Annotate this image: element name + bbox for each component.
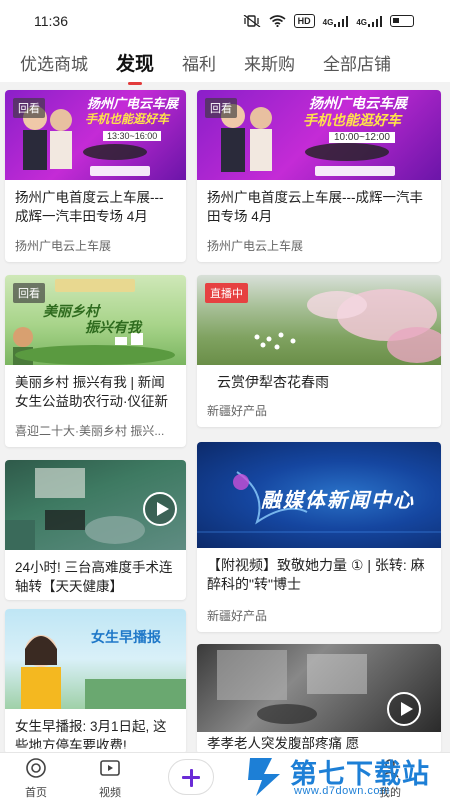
card-title: 【附视频】致敬她力量 ① | 张转: 麻醉科的"转"博士: [207, 557, 425, 592]
status-icons: HD 4G 4G: [243, 14, 414, 28]
card-title: 女生早播报: 3月1日起, 这些地方停车要收费!: [15, 719, 167, 749]
top-tabs: 优选商城 发现 福利 来斯购 全部店铺: [0, 42, 450, 82]
tab-all-stores[interactable]: 全部店铺: [323, 50, 391, 75]
card-thumbnail: 女生早播报: [5, 609, 186, 709]
replay-badge: 回看: [13, 283, 45, 303]
card-thumbnail: 回看 美丽乡村 振兴有我: [5, 275, 186, 365]
wifi-icon: [269, 15, 286, 27]
card-thumbnail: 回看 扬州广电云车展 手机也能逛好车 13:30~16:00: [5, 90, 186, 180]
play-icon[interactable]: [387, 692, 421, 726]
card-thumbnail: [197, 644, 441, 732]
status-bar: 11:36 HD 4G 4G: [0, 0, 450, 42]
4g-signal-icon: 4G: [323, 15, 349, 27]
nav-video-label: 视频: [99, 787, 121, 799]
discover-feed[interactable]: 回看 扬州广电云车展 手机也能逛好车 13:30~16:00 扬州广电首度云上车…: [0, 82, 450, 752]
tab-mall[interactable]: 优选商城: [20, 50, 88, 75]
4g-signal-icon: 4G: [356, 15, 382, 27]
thumb-title: 女生早播报: [91, 629, 161, 645]
feed-card[interactable]: 回看 扬州广电云车展 手机也能逛好车 13:30~16:00 扬州广电首度云上车…: [5, 90, 186, 262]
card-thumbnail: 扬州广电云车展 手机也能逛好车 10:00~12:00 回看: [197, 90, 441, 180]
mute-vibrate-icon: [243, 15, 261, 27]
thumb-subtitle: 手机也能逛好车: [85, 112, 170, 126]
video-icon: [100, 760, 120, 776]
feed-card[interactable]: 女生早播报 女生早播报: 3月1日起, 这些地方停车要收费!: [5, 609, 186, 752]
thumb-time: 10:00~12:00: [329, 132, 395, 143]
replay-badge: 回看: [13, 98, 45, 118]
play-icon[interactable]: [143, 492, 177, 526]
feed-card[interactable]: 直播中 云赏伊犁杏花春雨 新疆好产品: [197, 275, 441, 427]
hd-icon: HD: [293, 14, 315, 28]
card-title: 扬州广电首度云上车展---成辉一汽丰田专场 4月: [207, 190, 423, 224]
feed-card[interactable]: 回看 美丽乡村 振兴有我 美丽乡村 振兴有我 | 新闻女生公益助农行动·仪征新 …: [5, 275, 186, 447]
site-watermark: 第七下载站 www.d7down.com: [242, 750, 442, 800]
thumb-subtitle: 振兴有我: [85, 319, 141, 335]
replay-badge: 回看: [205, 98, 237, 118]
feed-card[interactable]: 孝孝老人突发腹部疼痛 愿: [197, 644, 441, 752]
card-title: 孝孝老人突发腹部疼痛 愿: [207, 736, 360, 751]
feed-card[interactable]: 24小时! 三台高难度手术连轴转【天天健康】: [5, 460, 186, 600]
card-source: 新疆好产品: [207, 404, 268, 418]
card-thumbnail: 直播中: [197, 275, 441, 365]
card-source: 扬州广电云上车展: [207, 239, 304, 253]
nav-home[interactable]: 首页: [6, 757, 66, 800]
tab-laisigou[interactable]: 来斯购: [244, 50, 295, 75]
feed-card[interactable]: 扬州广电云车展 手机也能逛好车 10:00~12:00 回看 扬州广电首度云上车…: [197, 90, 441, 262]
card-title: 24小时! 三台高难度手术连轴转【天天健康】: [15, 560, 173, 594]
card-source: 新疆好产品: [207, 609, 268, 623]
live-badge: 直播中: [205, 283, 248, 303]
card-thumbnail: 融媒体新闻中心: [197, 442, 441, 548]
feed-card[interactable]: 融媒体新闻中心 【附视频】致敬她力量 ① | 张转: 麻醉科的"转"博士 新疆好…: [197, 442, 441, 632]
status-time: 11:36: [34, 13, 68, 29]
nav-video[interactable]: 视频: [80, 757, 140, 800]
home-icon: [26, 758, 46, 778]
card-title: 扬州广电首度云上车展---成辉一汽丰田专场 4月: [15, 190, 164, 224]
watermark-url: www.d7down.com: [294, 785, 390, 797]
thumb-subtitle: 手机也能逛好车: [303, 112, 401, 128]
tab-welfare[interactable]: 福利: [182, 50, 216, 75]
publish-button[interactable]: [168, 759, 214, 795]
battery-icon: [390, 15, 414, 27]
tab-discover[interactable]: 发现: [116, 49, 154, 76]
card-title: 美丽乡村 振兴有我 | 新闻女生公益助农行动·仪征新: [15, 375, 168, 409]
card-source: 喜迎二十大·美丽乡村 振兴...: [15, 424, 165, 438]
card-thumbnail: [5, 460, 186, 550]
card-source: 扬州广电云上车展: [15, 239, 112, 253]
nav-home-label: 首页: [25, 787, 47, 799]
card-title: 云赏伊犁杏花春雨: [217, 374, 329, 390]
thumb-title: 融媒体新闻中心: [261, 490, 415, 512]
thumb-time: 13:30~16:00: [103, 131, 162, 141]
watermark-logo-icon: [248, 758, 280, 796]
